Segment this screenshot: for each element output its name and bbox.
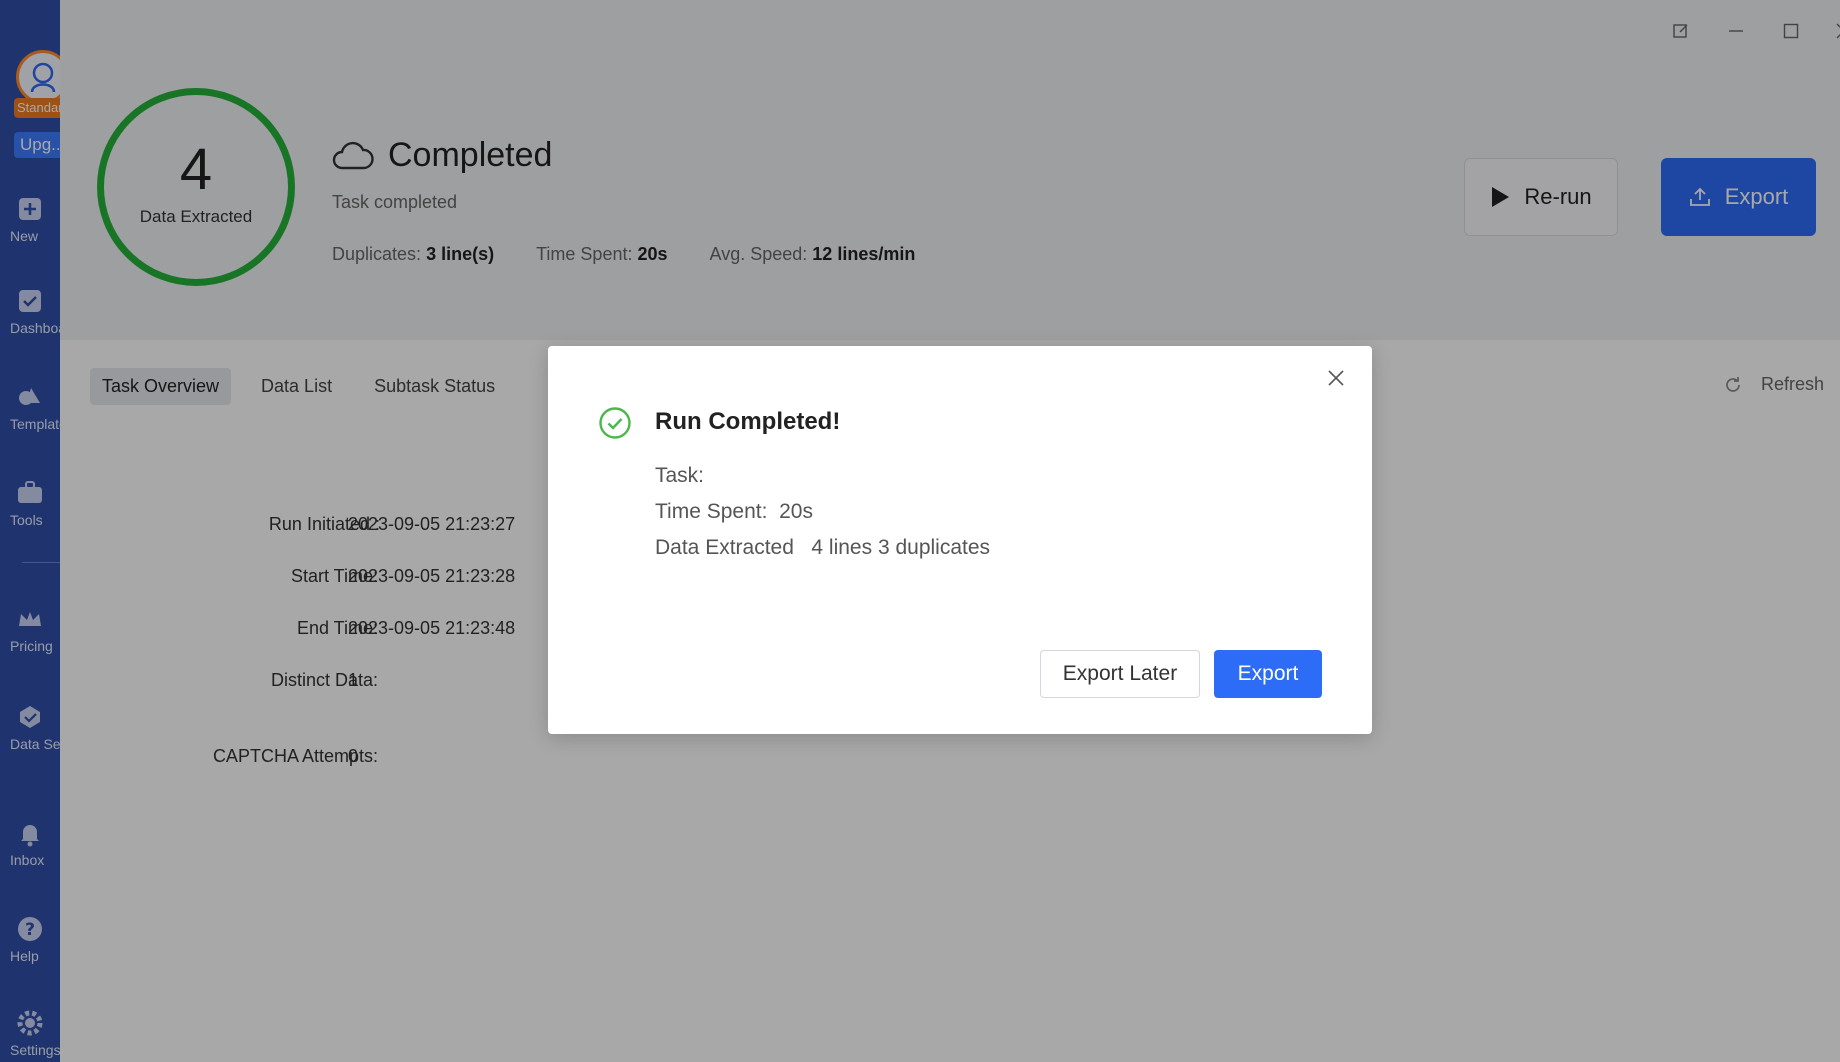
dialog-export-button[interactable]: Export (1214, 650, 1322, 698)
dialog-data-line: Data Extracted 4 lines 3 duplicates (655, 536, 991, 559)
success-check-icon (599, 407, 631, 439)
dialog-close-button[interactable] (1322, 364, 1350, 392)
dialog-time-line: Time Spent: 20s (655, 500, 813, 523)
export-later-button[interactable]: Export Later (1040, 650, 1200, 698)
dialog-task-line: Task: (655, 464, 705, 487)
close-icon (1328, 370, 1344, 386)
dialog-title: Run Completed! (655, 408, 841, 435)
run-completed-dialog: Run Completed! Task: Time Spent: 20s Dat… (548, 346, 1372, 734)
